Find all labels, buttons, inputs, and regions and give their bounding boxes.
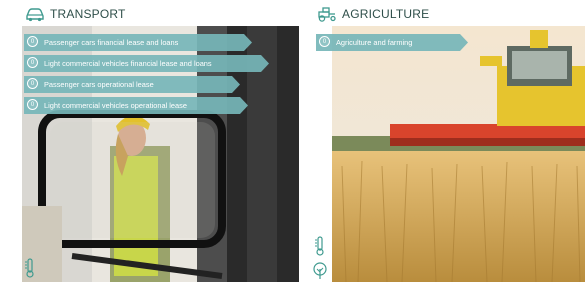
agriculture-title: AGRICULTURE (342, 7, 430, 21)
transport-panel: TRANSPORT 0 Passenger cars financial lea (0, 0, 299, 282)
option-label: Passenger cars operational lease (44, 80, 154, 89)
option-label: Light commercial vehicles financial leas… (44, 59, 212, 68)
option-lcv-operational-lease[interactable]: 0 Light commercial vehicles operational … (24, 97, 248, 114)
option-label: Agriculture and farming (336, 38, 413, 47)
agriculture-options: 0 Agriculture and farming (316, 34, 468, 51)
option-label: Light commercial vehicles operational le… (44, 101, 187, 110)
transport-title: TRANSPORT (50, 7, 126, 21)
radio-icon[interactable]: 0 (27, 78, 38, 89)
thermometer-icon[interactable] (314, 236, 326, 256)
option-passenger-cars-operational-lease[interactable]: 0 Passenger cars operational lease (24, 76, 240, 93)
transport-header: TRANSPORT (24, 4, 126, 24)
option-passenger-cars-financial-lease[interactable]: 0 Passenger cars financial lease and loa… (24, 34, 252, 51)
tree-icon[interactable] (312, 262, 328, 280)
car-icon (24, 6, 46, 22)
radio-icon[interactable]: 0 (27, 57, 38, 68)
radio-icon[interactable]: 0 (27, 99, 38, 110)
agriculture-panel: AGRICULTURE 0 Agriculture and farming (302, 0, 585, 282)
tractor-icon (316, 6, 338, 22)
option-lcv-financial-lease[interactable]: 0 Light commercial vehicles financial le… (24, 55, 269, 72)
transport-bottom-icons (24, 258, 36, 278)
radio-icon[interactable]: 0 (27, 36, 38, 47)
radio-icon[interactable]: 0 (319, 36, 330, 47)
transport-options: 0 Passenger cars financial lease and loa… (24, 34, 269, 114)
agriculture-header: AGRICULTURE (316, 4, 429, 24)
agriculture-bottom-icons (312, 236, 328, 280)
option-label: Passenger cars financial lease and loans (44, 38, 179, 47)
option-agriculture-and-farming[interactable]: 0 Agriculture and farming (316, 34, 468, 51)
thermometer-icon[interactable] (24, 258, 36, 278)
combine-harvester-wheat-photo (332, 26, 585, 282)
